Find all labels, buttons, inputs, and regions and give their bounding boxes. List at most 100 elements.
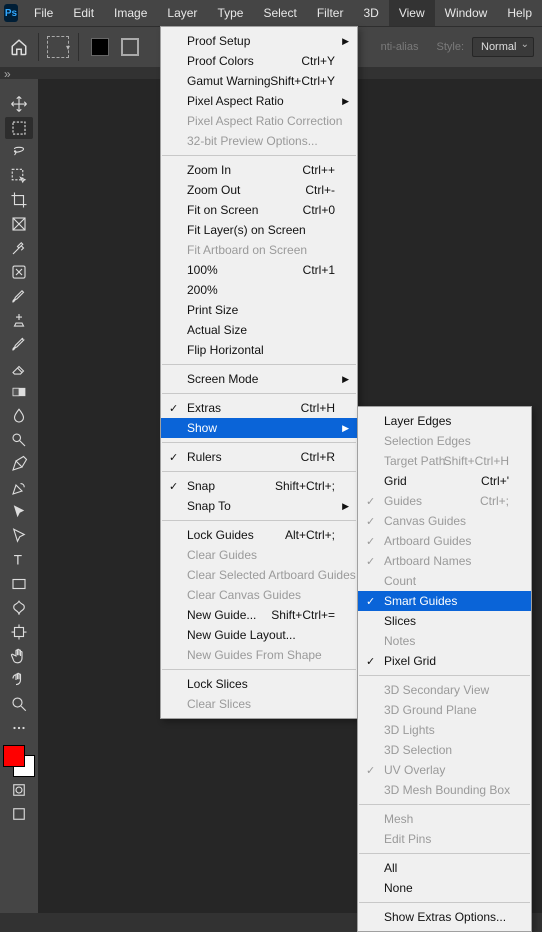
rotate-view-tool[interactable] (5, 669, 33, 691)
rectangular-marquee-tool[interactable] (5, 117, 33, 139)
style-dropdown[interactable]: Normal (472, 37, 534, 57)
style-value: Normal (481, 41, 516, 53)
menu-view[interactable]: View (389, 0, 435, 26)
menu-item-label: UV Overlay (384, 763, 445, 777)
view-actual-size[interactable]: Actual Size (161, 320, 357, 340)
separator (38, 33, 39, 61)
check-icon: ✓ (366, 764, 375, 777)
edit-toolbar[interactable] (5, 717, 33, 739)
history-brush-tool[interactable] (5, 333, 33, 355)
view-pixel-aspect-ratio[interactable]: Pixel Aspect Ratio▶ (161, 91, 357, 111)
view-snap[interactable]: ✓SnapShift+Ctrl+; (161, 476, 357, 496)
menu-item-label: 3D Selection (384, 743, 452, 757)
app-logo: Ps (4, 4, 18, 22)
gradient-tool[interactable] (5, 381, 33, 403)
color-swatches[interactable] (3, 745, 35, 777)
view-show[interactable]: Show▶ (161, 418, 357, 438)
view-lock-slices[interactable]: Lock Slices (161, 674, 357, 694)
menu-image[interactable]: Image (104, 0, 157, 26)
brush-tool[interactable] (5, 285, 33, 307)
show-show-extras-options[interactable]: Show Extras Options... (358, 907, 531, 927)
menu-type[interactable]: Type (207, 0, 253, 26)
view-new-guide[interactable]: New Guide...Shift+Ctrl+= (161, 605, 357, 625)
menu-item-label: Fit Artboard on Screen (187, 243, 307, 257)
view-zoom-out[interactable]: Zoom OutCtrl+- (161, 180, 357, 200)
clone-stamp-tool[interactable] (5, 309, 33, 331)
menu-item-label: Canvas Guides (384, 514, 466, 528)
view-gamut-warning[interactable]: Gamut WarningShift+Ctrl+Y (161, 71, 357, 91)
horizontal-type-tool[interactable]: T (5, 549, 33, 571)
spot-healing-brush-tool[interactable] (5, 261, 33, 283)
show-layer-edges[interactable]: Layer Edges (358, 411, 531, 431)
foreground-color[interactable] (3, 745, 25, 767)
pen-tool[interactable] (5, 453, 33, 475)
rectangle-tool[interactable] (5, 573, 33, 595)
separator (78, 33, 79, 61)
menu-item-label: 32-bit Preview Options... (187, 134, 318, 148)
home-button[interactable] (8, 36, 30, 58)
menu-select[interactable]: Select (253, 0, 306, 26)
tool-preset-picker[interactable]: ▾ (47, 36, 70, 58)
eyedropper-tool[interactable] (5, 237, 33, 259)
view-fit-layer-s-on-screen[interactable]: Fit Layer(s) on Screen (161, 220, 357, 240)
zoom-tool[interactable] (5, 693, 33, 715)
path-selection-tool[interactable] (5, 501, 33, 523)
view-proof-colors[interactable]: Proof ColorsCtrl+Y (161, 51, 357, 71)
menu-help[interactable]: Help (497, 0, 542, 26)
view-lock-guides[interactable]: Lock GuidesAlt+Ctrl+; (161, 525, 357, 545)
show-smart-guides[interactable]: ✓Smart Guides (358, 591, 531, 611)
menu-layer[interactable]: Layer (157, 0, 207, 26)
show-selection-edges: Selection Edges (358, 431, 531, 451)
view-proof-setup[interactable]: Proof Setup▶ (161, 31, 357, 51)
menu-3d[interactable]: 3D (353, 0, 388, 26)
direct-selection-tool[interactable] (5, 525, 33, 547)
shortcut-label: Ctrl++ (302, 163, 335, 177)
view-print-size[interactable]: Print Size (161, 300, 357, 320)
fill-color-box[interactable] (91, 38, 109, 56)
menu-item-label: Lock Guides (187, 528, 254, 542)
menu-file[interactable]: File (24, 0, 63, 26)
view-snap-to[interactable]: Snap To▶ (161, 496, 357, 516)
menu-item-label: Proof Colors (187, 54, 254, 68)
menu-item-label: Notes (384, 634, 415, 648)
view-200[interactable]: 200% (161, 280, 357, 300)
hand-tool[interactable] (5, 645, 33, 667)
object-selection-tool[interactable] (5, 165, 33, 187)
show-none[interactable]: None (358, 878, 531, 898)
menu-window[interactable]: Window (435, 0, 498, 26)
show-all[interactable]: All (358, 858, 531, 878)
quick-mask-icon[interactable] (5, 779, 33, 801)
move-tool[interactable] (5, 93, 33, 115)
view-new-guide-layout[interactable]: New Guide Layout... (161, 625, 357, 645)
menu-edit[interactable]: Edit (63, 0, 104, 26)
dodge-tool[interactable] (5, 429, 33, 451)
show-slices[interactable]: Slices (358, 611, 531, 631)
show-3d-ground-plane: 3D Ground Plane (358, 700, 531, 720)
artboard-tool[interactable] (5, 621, 33, 643)
frame-tool[interactable] (5, 213, 33, 235)
curvature-pen-tool[interactable] (5, 477, 33, 499)
view-rulers[interactable]: ✓RulersCtrl+R (161, 447, 357, 467)
view-100[interactable]: 100%Ctrl+1 (161, 260, 357, 280)
view-extras[interactable]: ✓ExtrasCtrl+H (161, 398, 357, 418)
screen-mode-icon[interactable] (5, 803, 33, 825)
menu-item-label: Gamut Warning (187, 74, 271, 88)
menu-item-label: Pixel Aspect Ratio Correction (187, 114, 342, 128)
lasso-tool[interactable] (5, 141, 33, 163)
blur-tool[interactable] (5, 405, 33, 427)
show-mesh: Mesh (358, 809, 531, 829)
view-flip-horizontal[interactable]: Flip Horizontal (161, 340, 357, 360)
eraser-tool[interactable] (5, 357, 33, 379)
view-screen-mode[interactable]: Screen Mode▶ (161, 369, 357, 389)
canvas-area[interactable]: Proof Setup▶Proof ColorsCtrl+YGamut Warn… (38, 79, 542, 913)
menu-item-label: New Guide Layout... (187, 628, 296, 642)
show-grid[interactable]: GridCtrl+' (358, 471, 531, 491)
stroke-color-box[interactable] (121, 38, 139, 56)
view-zoom-in[interactable]: Zoom InCtrl++ (161, 160, 357, 180)
view-fit-on-screen[interactable]: Fit on ScreenCtrl+0 (161, 200, 357, 220)
menu-item-label: 3D Lights (384, 723, 435, 737)
show-pixel-grid[interactable]: ✓Pixel Grid (358, 651, 531, 671)
custom-shape-tool[interactable] (5, 597, 33, 619)
menu-filter[interactable]: Filter (307, 0, 354, 26)
crop-tool[interactable] (5, 189, 33, 211)
